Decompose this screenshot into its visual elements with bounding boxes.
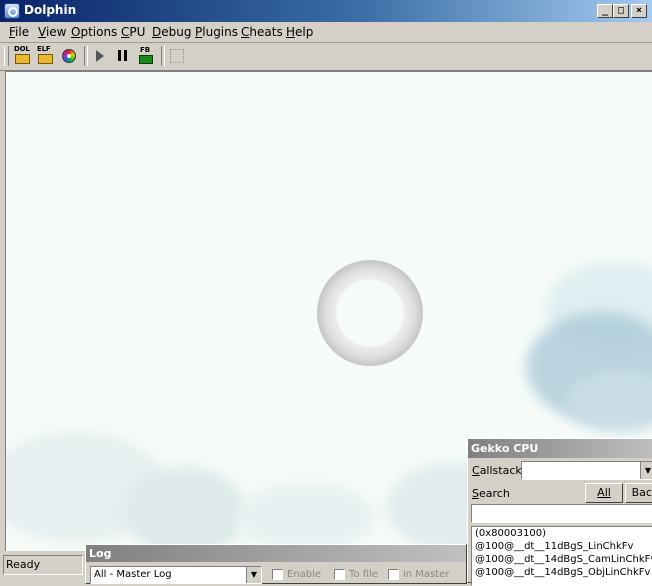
title-bar[interactable]: Dolphin _ □ × bbox=[0, 0, 652, 22]
menu-options[interactable]: Options bbox=[71, 25, 117, 39]
gekko-cpu-window[interactable]: Gekko CPU Callstack: ▼ Search All Back (… bbox=[467, 438, 652, 586]
all-button-label: All bbox=[597, 486, 611, 499]
gamelist-button[interactable] bbox=[58, 45, 80, 67]
elf-label: ELF bbox=[37, 45, 51, 53]
loading-ring bbox=[317, 260, 423, 366]
framebuffer-icon bbox=[139, 55, 153, 64]
chevron-down-icon[interactable]: ▼ bbox=[246, 567, 261, 583]
enable-label: Enable bbox=[287, 569, 322, 580]
cloud bbox=[236, 482, 376, 551]
tofile-checkbox[interactable] bbox=[334, 569, 345, 580]
menu-cpu[interactable]: CPU bbox=[121, 25, 145, 39]
list-item[interactable]: @100@__dt__11dBgS_LinChkFv bbox=[475, 541, 633, 552]
chevron-down-icon[interactable]: ▼ bbox=[640, 462, 652, 479]
menu-view[interactable]: View bbox=[38, 25, 66, 39]
toolbar-separator bbox=[84, 46, 88, 66]
callstack-label: Callstack: bbox=[472, 464, 526, 477]
open-dol-button[interactable]: DOL bbox=[12, 45, 34, 67]
close-button[interactable]: × bbox=[631, 4, 647, 18]
fb-label: FB bbox=[140, 46, 151, 54]
tofile-label: To file bbox=[349, 569, 378, 580]
gekko-title: Gekko CPU bbox=[471, 442, 539, 455]
list-item[interactable]: @100@__dt__14dBgS_CamLinChkFv bbox=[475, 554, 652, 565]
toolbar-grip[interactable] bbox=[4, 46, 9, 66]
log-filter-value: All - Master Log bbox=[94, 569, 172, 580]
play-button[interactable] bbox=[89, 45, 111, 67]
disc-icon bbox=[62, 49, 76, 63]
all-button[interactable]: All bbox=[585, 483, 623, 503]
symbol-search-input[interactable] bbox=[471, 504, 652, 523]
menu-plugins[interactable]: Plugins bbox=[195, 25, 238, 39]
callstack-combo[interactable]: ▼ bbox=[521, 461, 652, 480]
toolbar: DOL ELF FB bbox=[0, 43, 652, 71]
toolbar-separator bbox=[161, 46, 165, 66]
menu-file[interactable]: File bbox=[9, 25, 29, 39]
inmaster-checkbox[interactable] bbox=[388, 569, 399, 580]
enable-checkbox[interactable] bbox=[272, 569, 283, 580]
menu-help[interactable]: Help bbox=[286, 25, 313, 39]
folder-icon bbox=[38, 54, 53, 64]
menu-cheats[interactable]: Cheats bbox=[241, 25, 283, 39]
gekko-title-bar[interactable]: Gekko CPU bbox=[468, 439, 652, 458]
dol-label: DOL bbox=[14, 45, 30, 53]
pause-button[interactable] bbox=[112, 45, 134, 67]
list-item[interactable]: (0x80003100) bbox=[475, 528, 546, 539]
window-title: Dolphin bbox=[24, 3, 77, 17]
log-window[interactable]: Log All - Master Log ▼ Enable To file in… bbox=[85, 544, 467, 584]
log-filter-select[interactable]: All - Master Log ▼ bbox=[90, 566, 262, 584]
log-title: Log bbox=[89, 547, 112, 560]
inmaster-label: in Master bbox=[403, 569, 450, 580]
fullscreen-icon bbox=[170, 49, 184, 63]
framebuffer-button[interactable]: FB bbox=[135, 45, 157, 67]
symbol-list[interactable]: (0x80003100) @100@__dt__11dBgS_LinChkFv … bbox=[471, 526, 652, 586]
menu-bar: File View Options CPU Debug Plugins Chea… bbox=[0, 22, 652, 43]
fullscreen-button[interactable] bbox=[166, 45, 188, 67]
search-label: Search bbox=[472, 487, 510, 500]
log-title-bar[interactable]: Log bbox=[86, 545, 466, 562]
menu-debug[interactable]: Debug bbox=[152, 25, 191, 39]
play-icon bbox=[96, 50, 104, 62]
maximize-button[interactable]: □ bbox=[613, 4, 629, 18]
pause-icon bbox=[118, 50, 121, 61]
folder-icon bbox=[15, 54, 30, 64]
open-elf-button[interactable]: ELF bbox=[35, 45, 57, 67]
status-text: Ready bbox=[6, 558, 41, 571]
back-button[interactable]: Back bbox=[625, 483, 652, 503]
cloud bbox=[126, 467, 246, 551]
minimize-button[interactable]: _ bbox=[597, 4, 613, 18]
dolphin-app-icon[interactable] bbox=[4, 3, 20, 19]
list-item[interactable]: @100@__dt__14dBgS_ObjLinChkFv bbox=[475, 567, 650, 578]
